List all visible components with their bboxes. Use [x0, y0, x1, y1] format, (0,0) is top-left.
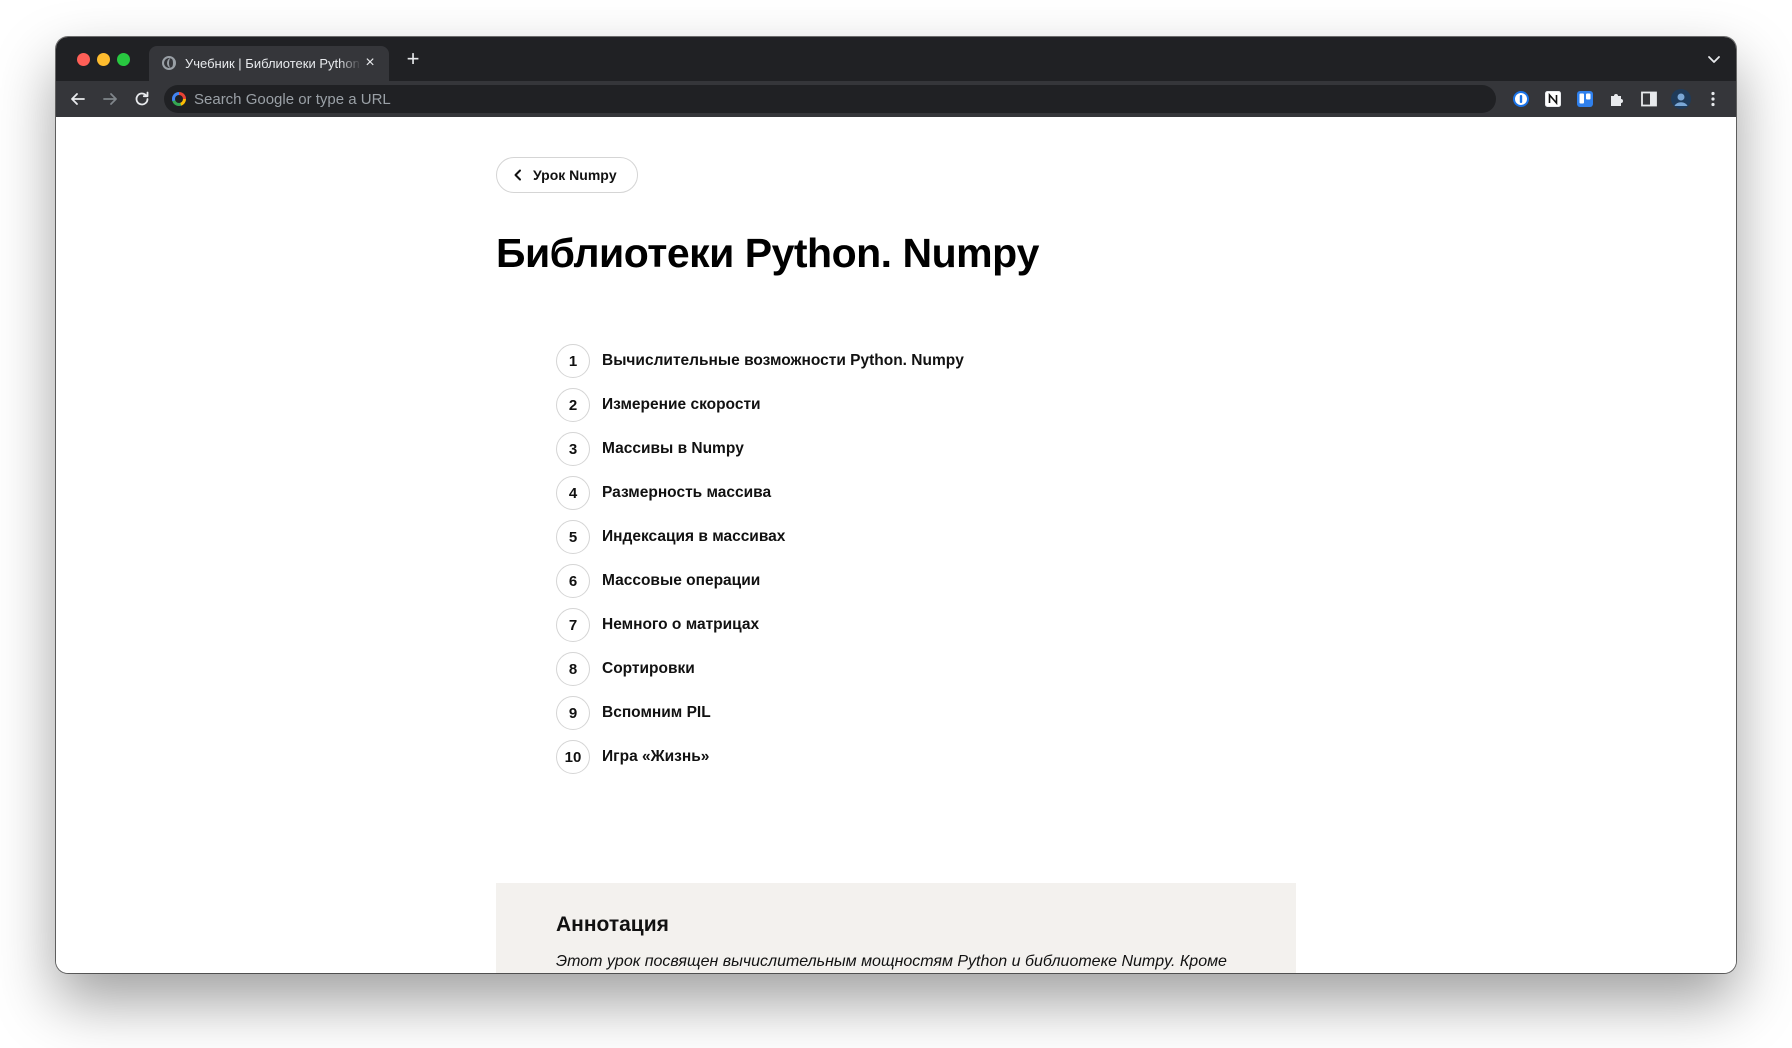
lesson-number: 7 [556, 608, 590, 642]
kebab-menu-icon[interactable] [1704, 90, 1722, 108]
address-bar[interactable] [164, 85, 1496, 113]
maximize-window-button[interactable] [117, 53, 130, 66]
lesson-title[interactable]: Измерение скорости [602, 396, 761, 414]
lesson-title[interactable]: Вычислительные возможности Python. Numpy [602, 352, 964, 370]
lesson-number: 1 [556, 344, 590, 378]
arrow-left-icon[interactable] [68, 89, 88, 109]
minimize-window-button[interactable] [97, 53, 110, 66]
lesson-item[interactable]: 1 Вычислительные возможности Python. Num… [556, 339, 964, 383]
back-button-label: Урок Numpy [533, 167, 617, 183]
browser-tab[interactable]: Учебник | Библиотеки Python. Numpy × [149, 46, 389, 81]
puzzle-icon[interactable] [1608, 90, 1626, 108]
trello-icon[interactable] [1576, 90, 1594, 108]
1password-icon[interactable] [1512, 90, 1530, 108]
lesson-title[interactable]: Сортировки [602, 660, 695, 678]
browser-window: Учебник | Библиотеки Python. Numpy × + [56, 37, 1736, 973]
lesson-list: 1 Вычислительные возможности Python. Num… [556, 339, 964, 779]
tab-title: Учебник | Библиотеки Python. Numpy [185, 56, 359, 71]
lesson-title[interactable]: Размерность массива [602, 484, 771, 502]
lesson-number: 4 [556, 476, 590, 510]
lesson-item[interactable]: 2 Измерение скорости [556, 383, 964, 427]
lesson-number: 3 [556, 432, 590, 466]
address-input[interactable] [194, 85, 1474, 113]
lesson-number: 9 [556, 696, 590, 730]
side-panel-icon[interactable] [1640, 90, 1658, 108]
tab-close-icon[interactable]: × [362, 55, 378, 71]
tab-title-fade [339, 54, 361, 74]
reload-icon[interactable] [132, 89, 152, 109]
new-tab-button[interactable]: + [402, 48, 424, 70]
google-icon [172, 92, 186, 106]
lesson-title[interactable]: Немного о матрицах [602, 616, 759, 634]
chevron-down-icon[interactable] [1706, 51, 1722, 67]
lesson-item[interactable]: 7 Немного о матрицах [556, 603, 964, 647]
lesson-item[interactable]: 8 Сортировки [556, 647, 964, 691]
close-window-button[interactable] [77, 53, 90, 66]
annotation-section: Аннотация Этот урок посвящен вычислитель… [496, 883, 1296, 973]
globe-icon [162, 56, 176, 70]
lesson-title[interactable]: Массовые операции [602, 572, 760, 590]
profile-avatar[interactable] [1671, 89, 1691, 109]
lesson-number: 8 [556, 652, 590, 686]
lesson-item[interactable]: 6 Массовые операции [556, 559, 964, 603]
page-content: Урок Numpy Библиотеки Python. Numpy 1 Вы… [56, 117, 1736, 973]
annotation-title: Аннотация [556, 913, 669, 936]
lesson-item[interactable]: 4 Размерность массива [556, 471, 964, 515]
lesson-number: 6 [556, 564, 590, 598]
chevron-left-icon [514, 169, 521, 181]
arrow-right-icon[interactable] [100, 89, 120, 109]
lesson-number: 2 [556, 388, 590, 422]
notion-icon[interactable] [1544, 90, 1562, 108]
browser-toolbar [56, 81, 1736, 117]
back-to-lesson-button[interactable]: Урок Numpy [496, 157, 638, 193]
lesson-item[interactable]: 5 Индексация в массивах [556, 515, 964, 559]
annotation-text: Этот урок посвящен вычислительным мощнос… [556, 953, 1227, 970]
lesson-title[interactable]: Индексация в массивах [602, 528, 785, 546]
lesson-item[interactable]: 3 Массивы в Numpy [556, 427, 964, 471]
lesson-number: 5 [556, 520, 590, 554]
tab-strip: Учебник | Библиотеки Python. Numpy × + [56, 37, 1736, 81]
desktop: Учебник | Библиотеки Python. Numpy × + [0, 0, 1792, 1048]
lesson-number: 10 [556, 740, 590, 774]
page-title: Библиотеки Python. Numpy [496, 230, 1039, 276]
lesson-item[interactable]: 9 Вспомним PIL [556, 691, 964, 735]
lesson-item[interactable]: 10 Игра «Жизнь» [556, 735, 964, 779]
lesson-title[interactable]: Вспомним PIL [602, 704, 711, 722]
lesson-title[interactable]: Игра «Жизнь» [602, 748, 709, 766]
lesson-title[interactable]: Массивы в Numpy [602, 440, 744, 458]
